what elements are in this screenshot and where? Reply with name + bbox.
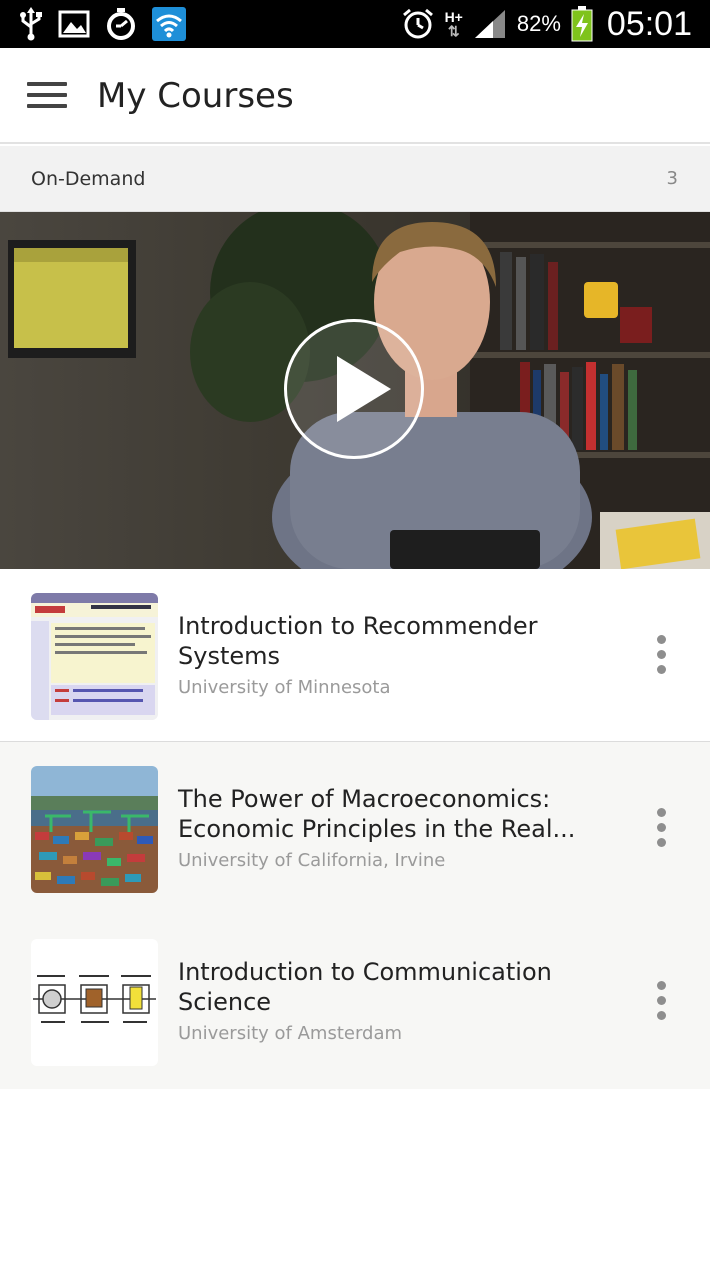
- course-title: Introduction to Recommender Systems: [178, 612, 538, 670]
- hamburger-menu-icon[interactable]: [27, 82, 67, 110]
- alarm-icon: [401, 7, 435, 41]
- wifi-icon: [152, 7, 186, 41]
- course-title: The Power of Macroeconomics: Economic Pr…: [178, 785, 576, 843]
- timer-icon: [104, 7, 138, 41]
- course-thumbnail: [31, 766, 158, 893]
- clock: 05:01: [606, 4, 692, 43]
- play-button[interactable]: [284, 319, 424, 459]
- section-label: On-Demand: [31, 168, 146, 190]
- signal-icon: [473, 8, 507, 40]
- page-title: My Courses: [97, 76, 294, 116]
- network-icon: H+ ⇅: [444, 9, 463, 39]
- more-options-icon[interactable]: [652, 808, 672, 848]
- usb-icon: [18, 7, 44, 41]
- course-list-item[interactable]: The Power of Macroeconomics: Economic Pr…: [0, 742, 710, 916]
- course-thumbnail: [31, 593, 158, 720]
- course-title: Introduction to Communication Science: [178, 958, 552, 1016]
- course-list-item[interactable]: Introduction to Recommender Systems Univ…: [0, 569, 710, 743]
- course-video-preview[interactable]: [0, 212, 710, 569]
- play-icon: [337, 356, 391, 422]
- app-bar: My Courses: [0, 48, 710, 144]
- course-list-item[interactable]: Introduction to Communication Science Un…: [0, 915, 710, 1089]
- battery-percent: 82%: [516, 11, 561, 36]
- status-bar: H+ ⇅ 82% 05:01: [0, 0, 710, 48]
- image-icon: [58, 10, 90, 38]
- section-count: 3: [666, 168, 678, 189]
- course-university: University of Amsterdam: [178, 1023, 403, 1044]
- course-university: University of California, Irvine: [178, 850, 446, 871]
- more-options-icon[interactable]: [652, 635, 672, 675]
- battery-charging-icon: [571, 6, 593, 42]
- section-header-on-demand: On-Demand 3: [0, 146, 710, 212]
- course-university: University of Minnesota: [178, 677, 391, 698]
- course-thumbnail: [31, 939, 158, 1066]
- more-options-icon[interactable]: [652, 981, 672, 1021]
